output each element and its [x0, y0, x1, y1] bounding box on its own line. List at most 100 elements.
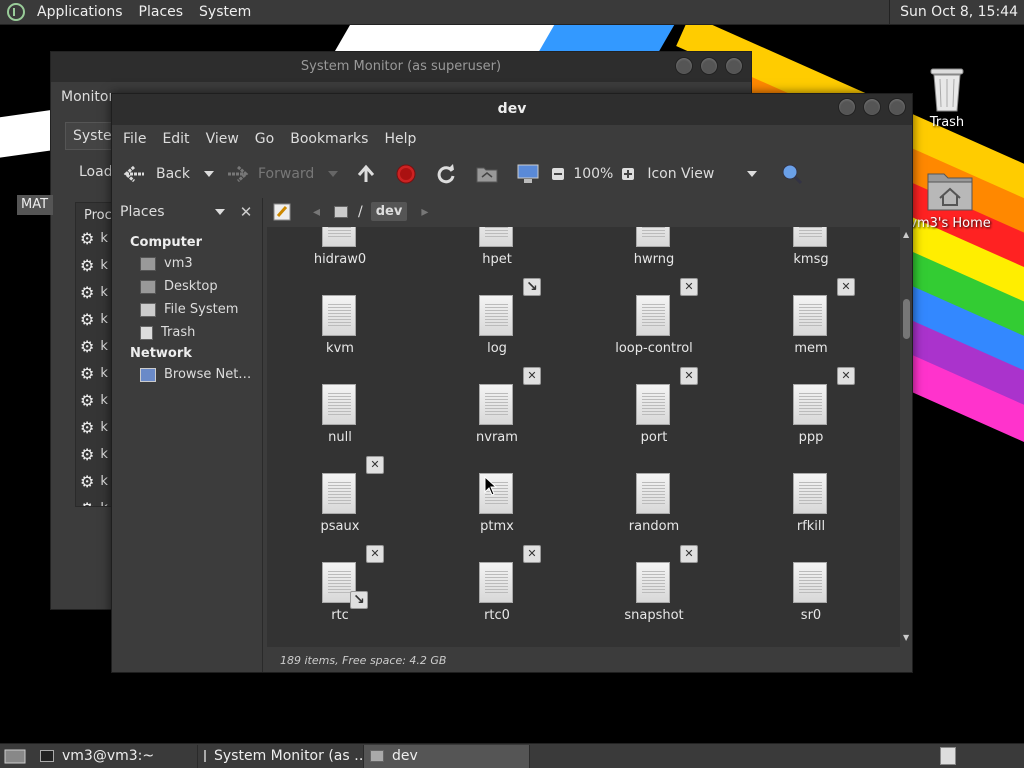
taskbar-system-monitor[interactable]: System Monitor (as …: [198, 744, 364, 768]
computer-icon[interactable]: [517, 164, 539, 184]
file-item[interactable]: ↘ log: [427, 258, 567, 356]
menu-places[interactable]: Places: [131, 4, 192, 20]
menu-help[interactable]: Help: [376, 131, 424, 147]
process-row[interactable]: ⚙k: [76, 387, 112, 414]
file-item[interactable]: ✕ ppp: [741, 347, 881, 445]
edit-location-icon[interactable]: [273, 203, 291, 221]
close-button[interactable]: [888, 98, 906, 116]
file-item[interactable]: ✕ psaux: [270, 436, 410, 534]
task-label: System Monitor (as …: [214, 748, 364, 764]
file-item[interactable]: hwrng: [584, 227, 724, 267]
taskbar-dev[interactable]: dev: [364, 744, 530, 768]
show-desktop-icon[interactable]: [4, 747, 26, 765]
file-item[interactable]: ✕ snapshot: [584, 525, 724, 623]
file-item[interactable]: ✕ ↘ rtc: [270, 525, 410, 623]
places-sidebar: Places ✕ Computer vm3 Desktop File Syste…: [112, 198, 263, 672]
zoom-out-icon[interactable]: [551, 167, 565, 181]
file-icon-view[interactable]: hidraw0 hpet hwrng kmsg kvm ↘ log ✕ loop-control…: [267, 227, 900, 647]
chevron-down-icon[interactable]: [215, 209, 225, 215]
file-item[interactable]: kvm: [270, 258, 410, 356]
process-column-header[interactable]: Proc: [76, 203, 112, 225]
workspace-switcher[interactable]: [940, 747, 956, 765]
reload-icon[interactable]: [436, 164, 456, 184]
process-row[interactable]: ⚙k: [76, 306, 112, 333]
scroll-down-arrow-icon[interactable]: ▼: [903, 633, 909, 642]
view-mode-select[interactable]: Icon View: [647, 166, 758, 182]
process-row[interactable]: ⚙k: [76, 441, 112, 468]
menu-monitor[interactable]: Monitor: [61, 89, 114, 105]
zoom-level[interactable]: 100%: [573, 166, 613, 182]
file-manager-window[interactable]: dev File Edit View Go Bookmarks Help Bac…: [111, 93, 913, 673]
menu-bookmarks[interactable]: Bookmarks: [282, 131, 376, 147]
file-item[interactable]: null: [270, 347, 410, 445]
gear-icon: ⚙: [80, 310, 95, 329]
process-row[interactable]: ⚙k: [76, 360, 112, 387]
sidebar-item-trash[interactable]: Trash: [112, 321, 262, 344]
system-monitor-title[interactable]: System Monitor (as superuser): [51, 52, 751, 82]
process-row[interactable]: ⚙k: [76, 225, 112, 252]
file-item[interactable]: sr0: [741, 525, 881, 623]
close-button[interactable]: [725, 57, 743, 75]
window-title[interactable]: dev: [112, 94, 912, 125]
path-current-button[interactable]: dev: [370, 202, 408, 221]
process-row[interactable]: ⚙k: [76, 495, 112, 506]
maximize-button[interactable]: [863, 98, 881, 116]
home-icon[interactable]: [476, 165, 498, 183]
menu-file[interactable]: File: [115, 131, 154, 147]
process-row[interactable]: ⚙k: [76, 279, 112, 306]
bottom-panel: vm3@vm3:~ System Monitor (as … dev: [0, 743, 1024, 768]
file-item[interactable]: hpet: [427, 227, 567, 267]
menu-view[interactable]: View: [198, 131, 247, 147]
process-row[interactable]: ⚙k: [76, 252, 112, 279]
back-button[interactable]: Back: [122, 164, 190, 184]
menu-edit[interactable]: Edit: [154, 131, 197, 147]
file-item[interactable]: kmsg: [741, 227, 881, 267]
sidebar-item-browse-network[interactable]: Browse Net…: [112, 363, 262, 386]
file-document-icon: [793, 384, 827, 425]
forward-button[interactable]: Forward: [226, 164, 314, 184]
process-name: k: [100, 474, 108, 489]
search-icon[interactable]: [781, 163, 803, 185]
panel-clock[interactable]: Sun Oct 8, 15:44: [889, 0, 1024, 25]
file-item[interactable]: ✕ rtc0: [427, 525, 567, 623]
path-root-button[interactable]: [334, 205, 349, 218]
menu-go[interactable]: Go: [247, 131, 282, 147]
file-item[interactable]: ✕ nvram: [427, 347, 567, 445]
scrollbar-thumb[interactable]: [903, 299, 910, 339]
vertical-scrollbar[interactable]: ▲ ▼: [901, 227, 912, 647]
menu-applications[interactable]: Applications: [29, 4, 131, 20]
desktop-trash[interactable]: Trash: [920, 65, 974, 130]
minimize-button[interactable]: [675, 57, 693, 75]
desktop-home[interactable]: vm3's Home: [900, 168, 1000, 231]
process-row[interactable]: ⚙k: [76, 468, 112, 495]
path-left-arrow-icon[interactable]: ◂: [313, 204, 320, 220]
maximize-button[interactable]: [700, 57, 718, 75]
system-monitor-tab[interactable]: System: [65, 122, 125, 150]
sidebar-item-desktop[interactable]: Desktop: [112, 275, 262, 298]
sidebar-type-select[interactable]: Places: [120, 204, 165, 220]
close-sidebar-icon[interactable]: ✕: [236, 202, 256, 222]
stop-icon[interactable]: [396, 164, 416, 184]
file-item[interactable]: ✕ port: [584, 347, 724, 445]
no-access-emblem-icon: ✕: [366, 545, 384, 563]
forward-history-dropdown[interactable]: [328, 171, 339, 177]
file-item[interactable]: ✕ mem: [741, 258, 881, 356]
sidebar-item-vm3[interactable]: vm3: [112, 252, 262, 275]
back-history-dropdown[interactable]: [204, 171, 214, 177]
path-separator: /: [358, 203, 363, 220]
zoom-in-icon[interactable]: [621, 167, 635, 181]
file-item[interactable]: random: [584, 436, 724, 534]
sidebar-item-file-system[interactable]: File System: [112, 298, 262, 321]
taskbar-terminal[interactable]: vm3@vm3:~: [34, 744, 198, 768]
file-item[interactable]: ✕ loop-control: [584, 258, 724, 356]
path-right-arrow-icon[interactable]: ▸: [421, 204, 428, 220]
file-item[interactable]: hidraw0: [270, 227, 410, 267]
minimize-button[interactable]: [838, 98, 856, 116]
file-item[interactable]: rfkill: [741, 436, 881, 534]
up-icon[interactable]: [356, 164, 376, 184]
menu-system[interactable]: System: [191, 4, 259, 20]
process-row[interactable]: ⚙k: [76, 414, 112, 441]
process-row[interactable]: ⚙k: [76, 333, 112, 360]
scroll-up-arrow-icon[interactable]: ▲: [903, 230, 909, 239]
mate-logo-icon[interactable]: [7, 3, 25, 21]
